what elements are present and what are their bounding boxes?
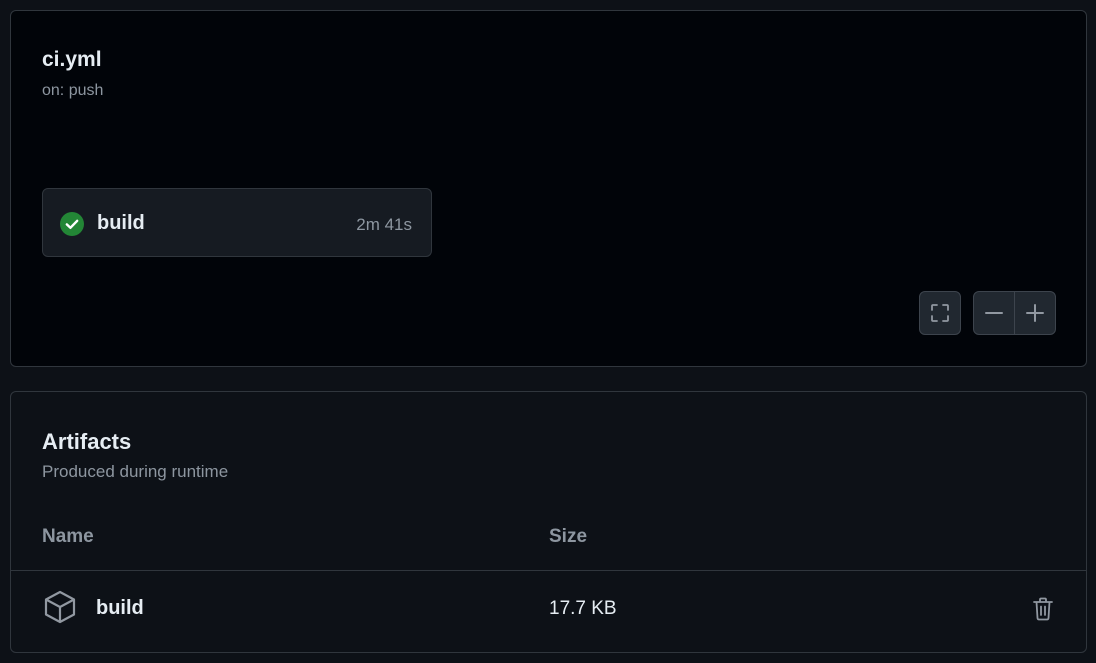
workflow-graph-panel: ci.yml on: push build 2m 41s	[10, 10, 1087, 367]
plus-icon	[1026, 304, 1044, 322]
workflow-file-name[interactable]: ci.yml	[42, 48, 102, 72]
fullscreen-icon	[931, 304, 949, 322]
table-row: build 17.7 KB	[11, 571, 1086, 653]
trash-icon	[1033, 597, 1053, 621]
artifacts-panel: Artifacts Produced during runtime Name S…	[10, 391, 1087, 653]
delete-artifact-button[interactable]	[1030, 595, 1056, 623]
artifact-size: 17.7 KB	[549, 598, 617, 619]
zoom-controls	[973, 291, 1056, 335]
column-header-name: Name	[42, 526, 94, 547]
zoom-in-button[interactable]	[1014, 292, 1055, 334]
minus-icon	[985, 312, 1003, 314]
fullscreen-button[interactable]	[919, 291, 961, 335]
check-circle-icon	[60, 212, 84, 236]
package-icon	[44, 590, 76, 624]
workflow-trigger: on: push	[42, 82, 104, 99]
artifacts-title: Artifacts	[42, 429, 132, 454]
artifacts-subtitle: Produced during runtime	[42, 462, 229, 481]
zoom-out-button[interactable]	[974, 292, 1014, 334]
column-header-size: Size	[549, 526, 588, 547]
artifact-name-link[interactable]: build	[96, 597, 144, 620]
job-card-build[interactable]: build 2m 41s	[42, 188, 432, 257]
job-name: build	[97, 212, 145, 234]
job-duration: 2m 41s	[356, 215, 412, 234]
